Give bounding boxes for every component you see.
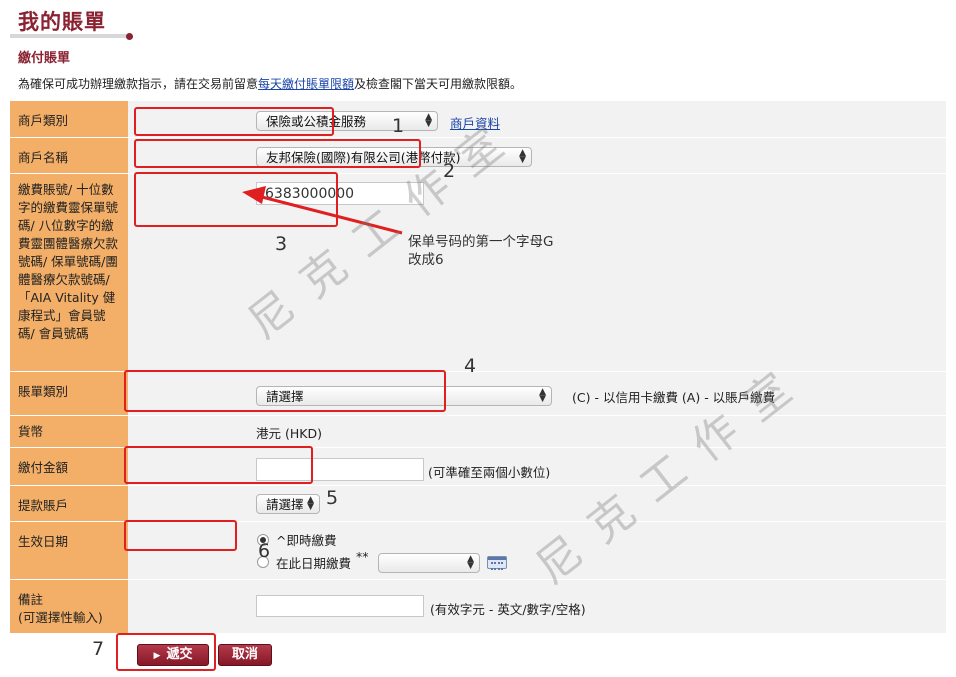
annotation-note-line1: 保单号码的第一个字母G — [408, 234, 554, 250]
annotation-note-line2: 改成6 — [408, 252, 444, 268]
annotation-arrow — [242, 186, 403, 235]
